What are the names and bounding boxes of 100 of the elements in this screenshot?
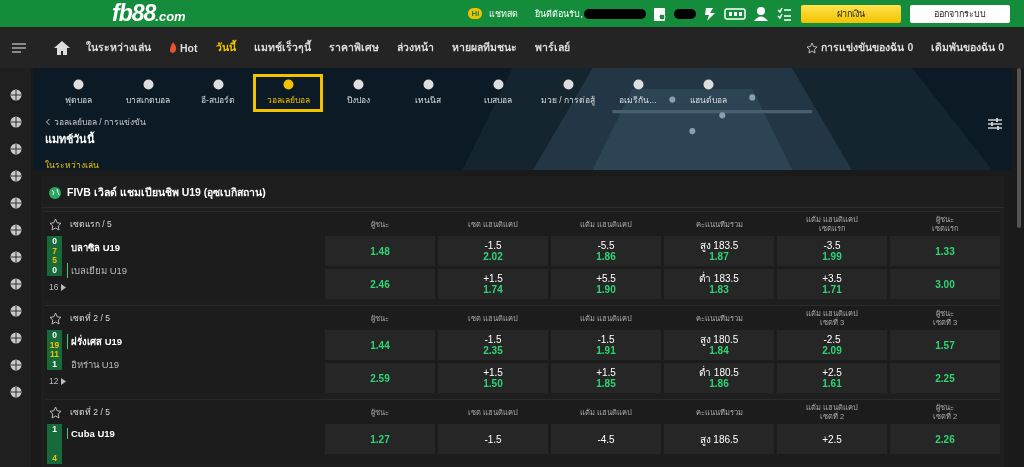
nav-link[interactable]: เดิมพันของฉัน 0 <box>931 39 1004 56</box>
odds-button[interactable]: -3.5 1.99 <box>777 236 887 266</box>
odds-button[interactable]: +2.5 1.61 <box>777 363 887 393</box>
sport-icon[interactable] <box>9 170 22 182</box>
score: 7 <box>52 246 57 256</box>
odds-button[interactable]: +1.5 1.85 <box>551 363 661 393</box>
odds-button[interactable]: -1.5 2.02 <box>438 236 548 266</box>
sport-tab[interactable]: อเมริกัน... <box>603 74 673 112</box>
sport-tab[interactable]: อี-สปอร์ต <box>183 74 253 112</box>
sport-icon[interactable] <box>9 305 22 317</box>
odds-button[interactable]: 2.59 <box>325 363 435 393</box>
nav-tab[interactable]: Hot <box>169 41 198 54</box>
score: 1 <box>52 425 57 435</box>
back-icon[interactable] <box>45 118 51 126</box>
nav-tab[interactable]: วันนี้ <box>215 39 236 56</box>
home-icon[interactable] <box>54 40 70 55</box>
sport-icon <box>562 79 574 90</box>
breadcrumb[interactable]: วอลเลย์บอล / การแข่งขัน <box>54 115 147 129</box>
nav-tab[interactable]: พาร์เลย์ <box>534 39 570 56</box>
star-icon[interactable] <box>49 217 62 231</box>
odds-button[interactable]: สูง 180.5 1.84 <box>664 330 774 360</box>
score: 0 <box>52 237 57 247</box>
odds-button[interactable]: 2.25 <box>890 363 1000 393</box>
sport-tab[interactable]: ฟุตบอล <box>43 74 113 112</box>
odds-button[interactable]: 1.44 <box>325 330 435 360</box>
odds-button[interactable]: -5.5 1.86 <box>551 236 661 266</box>
odds-button[interactable]: ต่ำ 180.5 1.86 <box>664 363 774 393</box>
league-title: FIVB เวิลด์ แชมเปียนชิพ U19 (อุซเบกิสถาน) <box>67 185 266 201</box>
odds-button[interactable]: 1.57 <box>890 330 1000 360</box>
odds-button[interactable]: +1.5 1.50 <box>438 363 548 393</box>
caret-icon[interactable] <box>61 377 67 385</box>
filter-link[interactable]: ในระหว่างเล่น <box>45 158 99 170</box>
nav-tab[interactable]: ในระหว่างเล่น <box>86 39 151 56</box>
sport-icon[interactable] <box>9 278 22 290</box>
star-icon[interactable] <box>49 311 62 325</box>
score: 1 <box>52 359 57 369</box>
team-name: ฝรั่งเศส U19 <box>67 334 123 349</box>
odds-button[interactable]: สูง 186.5 <box>664 424 774 454</box>
team-name: บลาซิล U19 <box>70 241 121 255</box>
lightning-icon[interactable] <box>703 5 717 22</box>
sport-icon[interactable] <box>9 224 22 236</box>
nav-link[interactable]: การแข่งขันของฉัน 0 <box>806 39 914 56</box>
odds-button[interactable]: สูง 183.5 1.87 <box>664 236 774 266</box>
sport-tab[interactable]: แฮนด์บอล <box>673 74 743 112</box>
sport-icon <box>422 79 434 90</box>
sport-icon[interactable] <box>9 359 22 371</box>
sport-icon[interactable] <box>9 332 22 344</box>
settings-icon[interactable] <box>988 118 1002 130</box>
odds-button[interactable]: -1.5 <box>438 424 548 454</box>
logo[interactable]: fb88.com <box>112 0 186 27</box>
nav-tab[interactable]: ราคาพิเศษ <box>328 39 379 56</box>
sport-icon[interactable] <box>9 197 22 209</box>
odds-button[interactable]: -2.5 2.09 <box>777 330 887 360</box>
odds-button[interactable]: 2.46 <box>325 269 435 299</box>
odds-button[interactable]: +1.5 1.74 <box>438 269 548 299</box>
nav-tab[interactable]: ล่วงหน้า <box>396 39 434 56</box>
sport-icon[interactable] <box>9 116 22 128</box>
score: 4 <box>52 453 57 463</box>
nav-tab[interactable]: แมทช์เร็วๆนี้ <box>253 39 311 56</box>
caret-icon[interactable] <box>61 283 67 291</box>
sport-tab[interactable]: วอลเลย์บอล <box>253 74 323 112</box>
odds-button[interactable]: 1.33 <box>890 236 1000 266</box>
more-markets-count[interactable]: 16 <box>49 282 59 292</box>
menu-icon[interactable] <box>12 42 26 53</box>
odds-button[interactable]: -1.5 2.35 <box>438 330 548 360</box>
account-button[interactable]: ฝากเงิน <box>801 4 901 23</box>
odds-button[interactable]: 1.48 <box>325 236 435 266</box>
fire-icon <box>169 42 177 53</box>
sport-icon[interactable] <box>9 251 22 263</box>
odds-button[interactable]: -1.5 1.91 <box>551 330 661 360</box>
nav-tab[interactable]: หายผลทีมชนะ <box>451 39 517 56</box>
live-chat-link[interactable]: แชทสด <box>489 6 519 21</box>
star-icon[interactable] <box>49 405 62 419</box>
sport-tab[interactable]: เทนนิส <box>393 74 463 112</box>
redaction-bar <box>674 8 696 19</box>
odds-button[interactable]: ต่ำ 183.5 1.83 <box>664 269 774 299</box>
more-markets-count[interactable]: 12 <box>49 376 59 386</box>
sport-tab[interactable]: มวย / การต่อสู้ <box>533 74 603 112</box>
odds-button[interactable]: -4.5 <box>551 424 661 454</box>
odds-button[interactable]: 2.26 <box>890 424 1000 454</box>
wallet-icon[interactable] <box>653 5 667 22</box>
sport-icon[interactable] <box>9 386 22 398</box>
user-icon[interactable] <box>753 5 769 22</box>
score: 0 <box>52 331 57 341</box>
slot-icon[interactable] <box>724 6 746 21</box>
sport-tab[interactable]: เบสบอล <box>463 74 533 112</box>
odds-button[interactable]: +3.5 1.71 <box>777 269 887 299</box>
page-title: แมทช์วันนี้ <box>45 130 95 147</box>
sport-icon[interactable] <box>9 143 22 155</box>
sport-tab[interactable]: บาสเกตบอล <box>113 74 183 112</box>
scrollbar[interactable] <box>1014 68 1024 467</box>
list-icon[interactable] <box>776 5 792 22</box>
period-label: เซตแรก / 5 <box>70 218 112 231</box>
odds-button[interactable]: 3.00 <box>890 269 1000 299</box>
account-button[interactable]: ออกจากระบบ <box>910 4 1010 23</box>
odds-button[interactable]: +5.5 1.90 <box>551 269 661 299</box>
sport-tab[interactable]: ปิงปอง <box>323 74 393 112</box>
odds-button[interactable]: 1.27 <box>325 424 435 454</box>
sport-icon[interactable] <box>9 89 22 101</box>
odds-button[interactable]: +2.5 <box>777 424 887 454</box>
